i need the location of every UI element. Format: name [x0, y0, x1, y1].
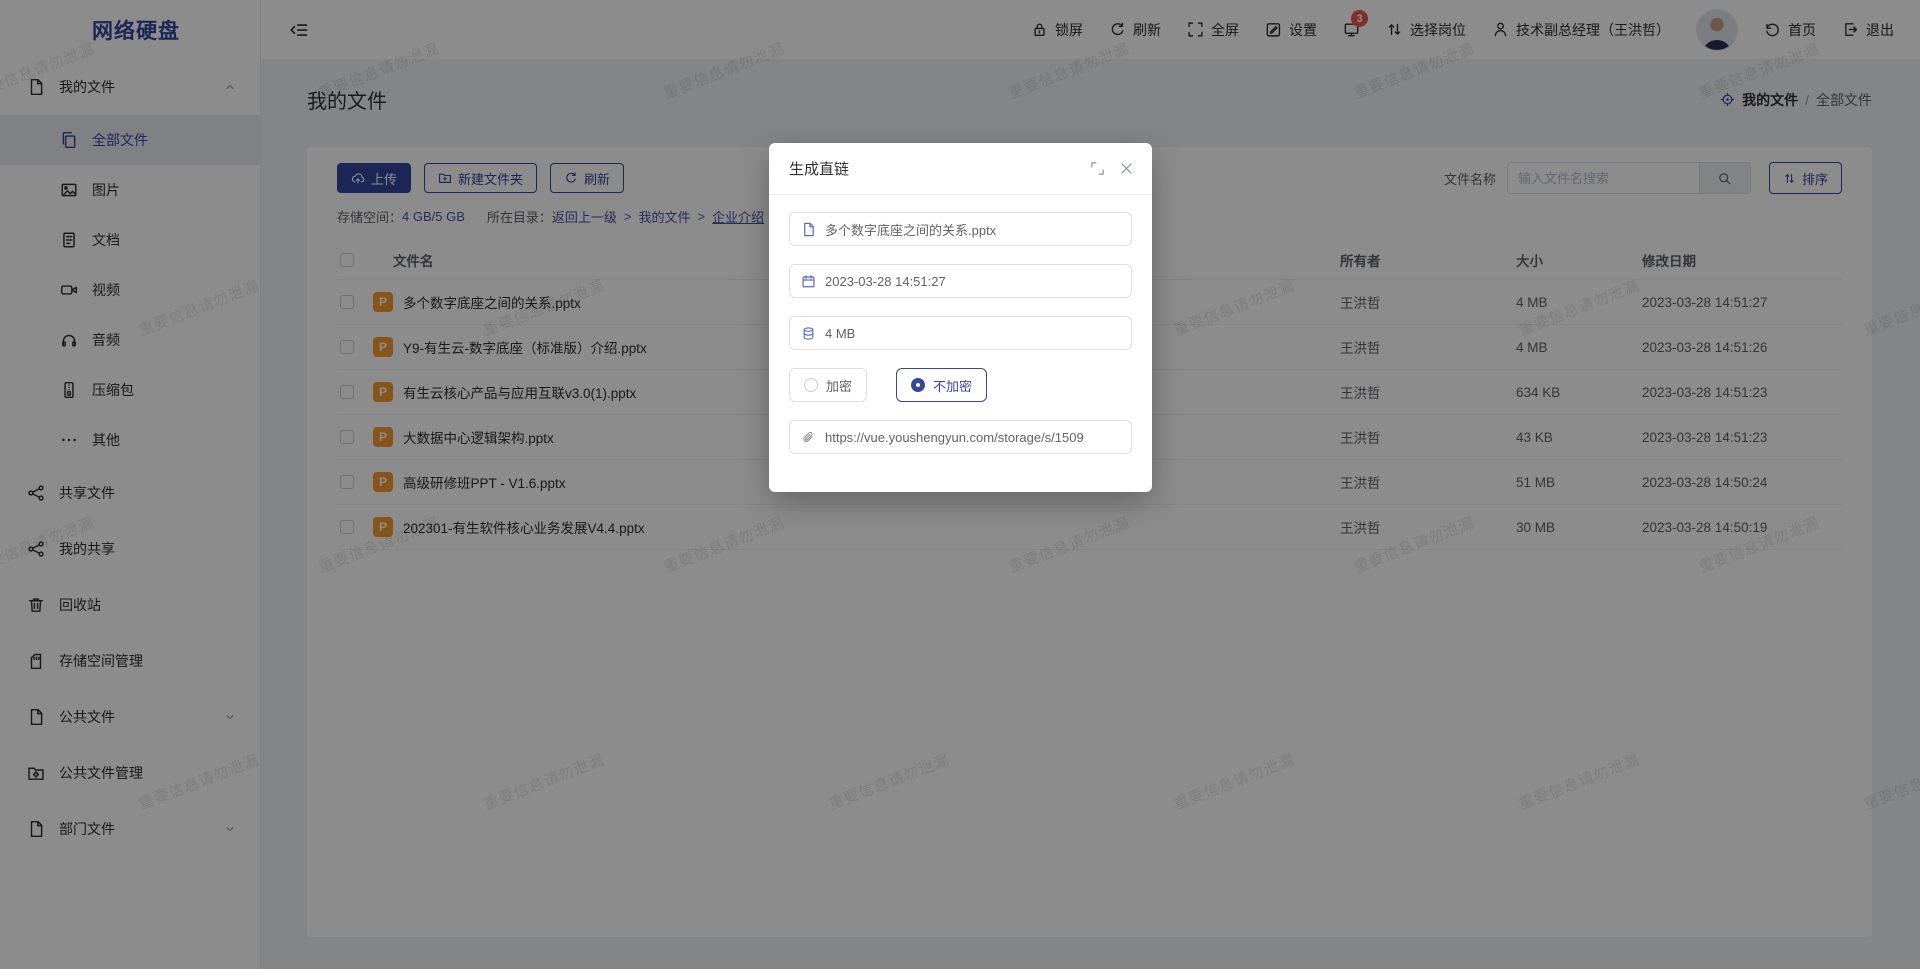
calendar-icon	[801, 274, 816, 289]
file-size-field[interactable]: 4 MB	[789, 316, 1132, 350]
file-name-value: 多个数字底座之间的关系.pptx	[825, 220, 996, 239]
encrypt-radio-label: 加密	[826, 376, 852, 395]
no-encrypt-radio-label: 不加密	[933, 376, 972, 395]
direct-link-value: https://vue.youshengyun.com/storage/s/15…	[825, 430, 1084, 445]
modal-header: 生成直链	[769, 143, 1152, 195]
generate-link-modal: 生成直链 多个数字底座之间的关系.pptx 2023-03-28 14:51:2…	[769, 143, 1152, 492]
file-name-field[interactable]: 多个数字底座之间的关系.pptx	[789, 212, 1132, 246]
encrypt-radio[interactable]: 加密	[789, 368, 867, 402]
file-size-value: 4 MB	[825, 326, 855, 341]
radio-selected-icon	[911, 378, 925, 392]
document-icon	[801, 222, 816, 237]
modified-date-value: 2023-03-28 14:51:27	[825, 274, 946, 289]
no-encrypt-radio[interactable]: 不加密	[896, 368, 987, 402]
paperclip-link-icon	[801, 430, 816, 445]
radio-unselected-icon	[804, 378, 818, 392]
expand-icon[interactable]	[1090, 161, 1105, 176]
database-icon	[801, 326, 816, 341]
direct-link-field[interactable]: https://vue.youshengyun.com/storage/s/15…	[789, 420, 1132, 454]
modal-title: 生成直链	[789, 158, 849, 179]
close-icon[interactable]	[1119, 161, 1134, 176]
modal-header-icons	[1090, 161, 1134, 176]
encrypt-radio-group: 加密 不加密	[789, 368, 1132, 402]
modal-body: 多个数字底座之间的关系.pptx 2023-03-28 14:51:27 4 M…	[769, 195, 1152, 471]
modified-date-field[interactable]: 2023-03-28 14:51:27	[789, 264, 1132, 298]
